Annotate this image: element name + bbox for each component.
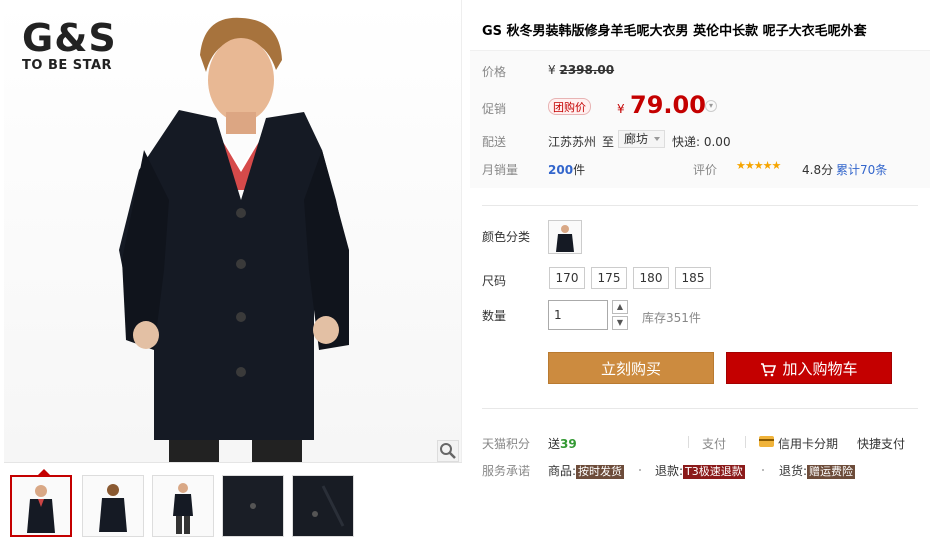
quantity-input[interactable] xyxy=(548,300,608,330)
quick-pay-link[interactable]: 快捷支付 xyxy=(857,435,905,452)
add-to-cart-button[interactable]: 加入购物车 xyxy=(726,352,892,384)
rating-stars: ★★★★★ xyxy=(736,159,781,172)
promise-dot-2 xyxy=(762,469,764,471)
buy-now-button[interactable]: 立刻购买 xyxy=(548,352,714,384)
original-price-currency: ¥ xyxy=(548,63,556,77)
stock-count: 库存351件 xyxy=(642,311,701,325)
thumbnail-5[interactable] xyxy=(292,475,354,537)
size-option-175[interactable]: 175 xyxy=(591,267,627,289)
promise-goods-label: 商品: xyxy=(548,464,577,478)
express-fee: 快递: 0.00 xyxy=(672,135,731,149)
review-label: 评价 xyxy=(693,163,718,177)
quantity-increase-button[interactable]: ▲ xyxy=(612,300,628,314)
product-info-panel: GS 秋冬男装韩版修身羊毛呢大衣男 英伦中长款 呢子大衣毛呢外套 价格 ¥ 23… xyxy=(470,0,930,553)
color-option-black[interactable] xyxy=(548,220,582,254)
size-label: 尺码 xyxy=(482,274,507,288)
zoom-icon[interactable] xyxy=(437,440,459,462)
cart-icon xyxy=(761,362,777,376)
points-separator xyxy=(688,436,689,448)
monthly-sales: 200件 xyxy=(548,161,585,178)
promo-price: 79.00 xyxy=(630,91,706,119)
monthly-sales-count: 200 xyxy=(548,163,574,177)
group-buy-badge: 团购价 xyxy=(548,98,591,115)
thumbnail-1[interactable] xyxy=(10,475,72,537)
shipping-to-word: 至 xyxy=(602,135,615,149)
city-select-arrow-icon xyxy=(654,137,661,141)
model-photo xyxy=(119,17,349,462)
points-label: 天猫积分 xyxy=(482,437,531,451)
rating-score: 4.8分 xyxy=(802,163,834,177)
promise-dot-1 xyxy=(639,469,641,471)
product-gallery: G&S TO BE STAR xyxy=(4,0,462,553)
thumbnail-3[interactable] xyxy=(152,475,214,537)
monthly-sales-unit: 件 xyxy=(573,163,586,177)
promo-currency: ¥ xyxy=(617,102,625,116)
main-product-photo[interactable]: G&S TO BE STAR xyxy=(4,0,462,462)
promise-freight-tag[interactable]: 赠运费险 xyxy=(807,465,856,479)
pay-label: 支付 xyxy=(702,437,727,451)
thumbnail-2[interactable] xyxy=(82,475,144,537)
shipping-label: 配送 xyxy=(482,135,507,149)
credit-card-icon xyxy=(759,436,774,447)
points-send: 送 xyxy=(548,437,561,451)
credit-installment-link[interactable]: 信用卡分期 xyxy=(778,435,838,452)
promise-return: 退款: T3极速退款 xyxy=(655,462,745,479)
quantity-label: 数量 xyxy=(482,309,507,323)
points-number: 39 xyxy=(560,437,577,451)
dropdown-chevron-icon[interactable]: ▾ xyxy=(705,100,717,112)
review-count-link[interactable]: 累计70条 xyxy=(836,161,887,178)
quantity-decrease-button[interactable]: ▼ xyxy=(612,316,628,330)
promise-goods: 商品: 按时发货 xyxy=(548,462,625,479)
size-option-185[interactable]: 185 xyxy=(675,267,711,289)
promise-return-label: 退款: xyxy=(655,464,684,478)
thumbnail-strip xyxy=(4,462,462,553)
options-divider xyxy=(482,205,918,206)
promise-freight-label: 退货: xyxy=(779,464,808,478)
city-select-value: 廊坊 xyxy=(624,132,649,146)
service-divider xyxy=(482,408,918,409)
product-title: GS 秋冬男装韩版修身羊毛呢大衣男 英伦中长款 呢子大衣毛呢外套 xyxy=(482,24,867,39)
points-value: 送39 xyxy=(548,435,577,452)
promise-return-tag[interactable]: T3极速退款 xyxy=(683,465,745,479)
add-to-cart-label: 加入购物车 xyxy=(782,360,858,378)
size-option-170[interactable]: 170 xyxy=(549,267,585,289)
pay-separator xyxy=(745,436,746,448)
thumbnail-4[interactable] xyxy=(222,475,284,537)
size-option-180[interactable]: 180 xyxy=(633,267,669,289)
promise-goods-tag[interactable]: 按时发货 xyxy=(576,465,625,479)
original-price: ¥ 2398.00 xyxy=(548,63,614,77)
original-price-value: 2398.00 xyxy=(559,63,615,77)
sales-label: 月销量 xyxy=(482,163,519,177)
shipping-from: 江苏苏州 xyxy=(548,135,597,149)
promise-label: 服务承诺 xyxy=(482,464,531,478)
promise-freight: 退货: 赠运费险 xyxy=(779,462,856,479)
city-select[interactable]: 廊坊 xyxy=(618,130,666,148)
promo-label: 促销 xyxy=(482,102,507,116)
color-label: 颜色分类 xyxy=(482,230,531,244)
price-label: 价格 xyxy=(482,65,507,79)
